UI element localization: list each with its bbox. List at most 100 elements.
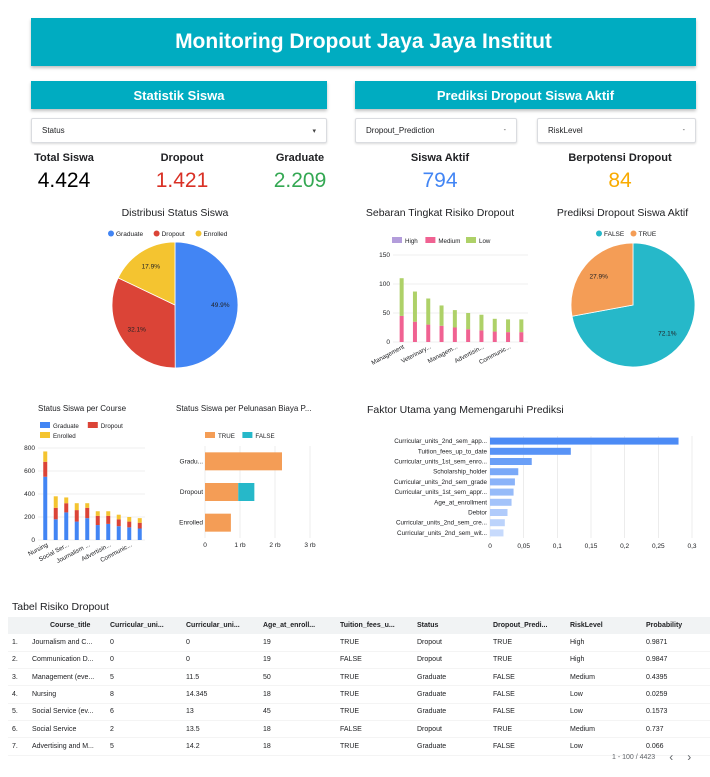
table-header-cell[interactable]: Curricular_uni...	[106, 617, 182, 634]
legend-label: FALSE	[604, 231, 625, 238]
dropout-prediction-filter-dropdown[interactable]: Dropout_Prediction -	[355, 118, 517, 143]
bar-segment	[506, 319, 511, 333]
table-cell: 0.9871	[642, 634, 710, 652]
y-category-label: Curricular_units_1st_sem_enro...	[394, 459, 487, 466]
y-category-label: Dropout	[180, 489, 203, 496]
table-cell: Dropout	[413, 651, 489, 670]
table-cell: 18	[259, 720, 336, 739]
x-tick-label: 1 rb	[234, 542, 246, 549]
table-header-cell[interactable]: Course_title	[28, 617, 106, 634]
table-cell: Graduate	[413, 737, 489, 756]
table-row[interactable]: 6. Social Service 2 13.5 18 FALSE Dropout TRUE M…	[8, 720, 710, 739]
pie-slice-label: 72.1%	[658, 331, 677, 338]
bar-segment	[426, 298, 431, 325]
bar-segment	[137, 528, 142, 540]
legend-label: TRUE	[218, 433, 235, 440]
table-cell: 7.	[8, 737, 28, 756]
status-filter-dropdown[interactable]: Status ▾	[31, 118, 327, 143]
table-row[interactable]: 5. Social Service (ev... 6 13 45 TRUE Graduate…	[8, 703, 710, 721]
bar-segment	[137, 522, 142, 529]
legend-label: Graduate	[53, 423, 79, 430]
table-header-cell[interactable]: Tuition_fees_u...	[336, 617, 413, 634]
dashboard-title: Monitoring Dropout Jaya Jaya Institut	[175, 30, 552, 53]
table-cell: 0.0259	[642, 685, 710, 704]
prediction-section-title: Prediksi Dropout Siswa Aktif	[436, 87, 615, 103]
dashboard-title-banner: Monitoring Dropout Jaya Jaya Institut	[31, 18, 696, 66]
table-cell: 0	[106, 651, 182, 670]
percourse-stacked-bar-chart: Graduate DropoutEnrolled8006004002000Nurs…	[24, 422, 145, 565]
y-category-label: Enrolled	[179, 520, 203, 527]
bar-segment	[64, 503, 69, 513]
legend-label: Medium	[438, 238, 460, 245]
bar-segment	[479, 314, 484, 331]
bar-segment	[492, 318, 497, 332]
table-header-cell[interactable]: Probability	[642, 617, 710, 634]
table-header-cell[interactable]: Curricular_uni...	[182, 617, 259, 634]
table-cell: Graduate	[413, 668, 489, 687]
x-tick-label: 3 rb	[304, 542, 316, 549]
bar-segment	[53, 507, 58, 520]
table-cell: Medium	[566, 720, 642, 739]
y-category-label: Tuition_fees_up_to_date	[418, 448, 488, 455]
bar	[490, 458, 532, 465]
table-row[interactable]: 4. Nursing 8 14.345 18 TRUE Graduate FALSE Low 0.…	[8, 685, 710, 704]
kpi-value: 794	[422, 169, 458, 192]
y-category-label: Curricular_units_2nd_sem_cre...	[396, 520, 487, 527]
dash-icon: -	[503, 127, 506, 134]
y-tick-label: 800	[24, 445, 35, 452]
y-tick-label: 150	[379, 252, 390, 259]
bar-segment	[106, 523, 111, 540]
bar-segment	[127, 521, 132, 528]
table-cell: 3.	[8, 668, 28, 687]
table-row[interactable]: 1. Journalism and C... 0 0 19 TRUE Dropout TRUE…	[8, 634, 710, 652]
table-cell: 6	[106, 703, 182, 721]
table-cell: 0.737	[642, 720, 710, 739]
chevron-right-icon[interactable]: ›	[687, 750, 691, 764]
prediction-section-banner: Prediksi Dropout Siswa Aktif	[355, 81, 696, 109]
bar-segment	[205, 452, 282, 471]
x-tick-label: 0,15	[585, 543, 598, 550]
table-cell: 5	[106, 668, 182, 687]
bar-segment	[95, 525, 100, 540]
table-header-cell[interactable]: Dropout_Predi...	[489, 617, 566, 634]
y-tick-label: 200	[24, 514, 35, 521]
kpi-value: 84	[608, 169, 632, 192]
table-row[interactable]: 2. Communication D... 0 0 19 FALSE Dropout TRUE…	[8, 651, 710, 670]
bar-segment	[506, 332, 511, 342]
table-header-cell[interactable]: Age_at_enroll...	[259, 617, 336, 634]
table-cell: Dropout	[413, 634, 489, 652]
bar-segment	[116, 519, 121, 527]
table-cell: Social Service	[28, 720, 106, 739]
bar-segment	[43, 461, 48, 477]
bar	[490, 498, 512, 506]
risk-level-filter-dropdown[interactable]: RiskLevel -	[537, 118, 696, 143]
kpi-dropout: Dropout 1.421	[140, 152, 224, 193]
bar-segment	[106, 515, 111, 524]
bar	[490, 478, 515, 486]
table-cell: 45	[259, 703, 336, 721]
table-cell: 13	[182, 703, 259, 721]
x-tick-label: Management	[370, 343, 405, 366]
x-tick-label: 0,25	[652, 543, 665, 550]
table-header-cell[interactable]: Status	[413, 617, 489, 634]
bar-segment	[439, 325, 444, 342]
bar-segment	[74, 503, 79, 511]
table-row[interactable]: 3. Management (eve... 5 11.5 50 TRUE Graduate F…	[8, 668, 710, 687]
y-tick-label: 400	[24, 491, 35, 498]
bar-segment	[238, 483, 255, 501]
table-header-row: Course_title Curricular_uni... Curricular_…	[8, 617, 710, 634]
legend-label: FALSE	[255, 433, 274, 440]
chevron-left-icon[interactable]: ‹	[669, 750, 673, 764]
table-cell: FALSE	[489, 737, 566, 756]
chevron-down-icon: ▾	[312, 127, 316, 135]
pie-slice-label: 49.9%	[211, 302, 230, 309]
risk-level-filter-label: RiskLevel	[548, 126, 583, 135]
kpi-value: 2.209	[273, 169, 327, 192]
table-cell: 6.	[8, 720, 28, 739]
table-cell: 18	[259, 737, 336, 756]
bar-segment	[64, 497, 69, 504]
table-cell: Communication D...	[28, 651, 106, 670]
table-header-cell[interactable]: RiskLevel	[566, 617, 642, 634]
bar-segment	[205, 483, 239, 501]
table-row[interactable]: 7. Advertising and M... 5 14.2 18 TRUE Graduat…	[8, 737, 710, 756]
